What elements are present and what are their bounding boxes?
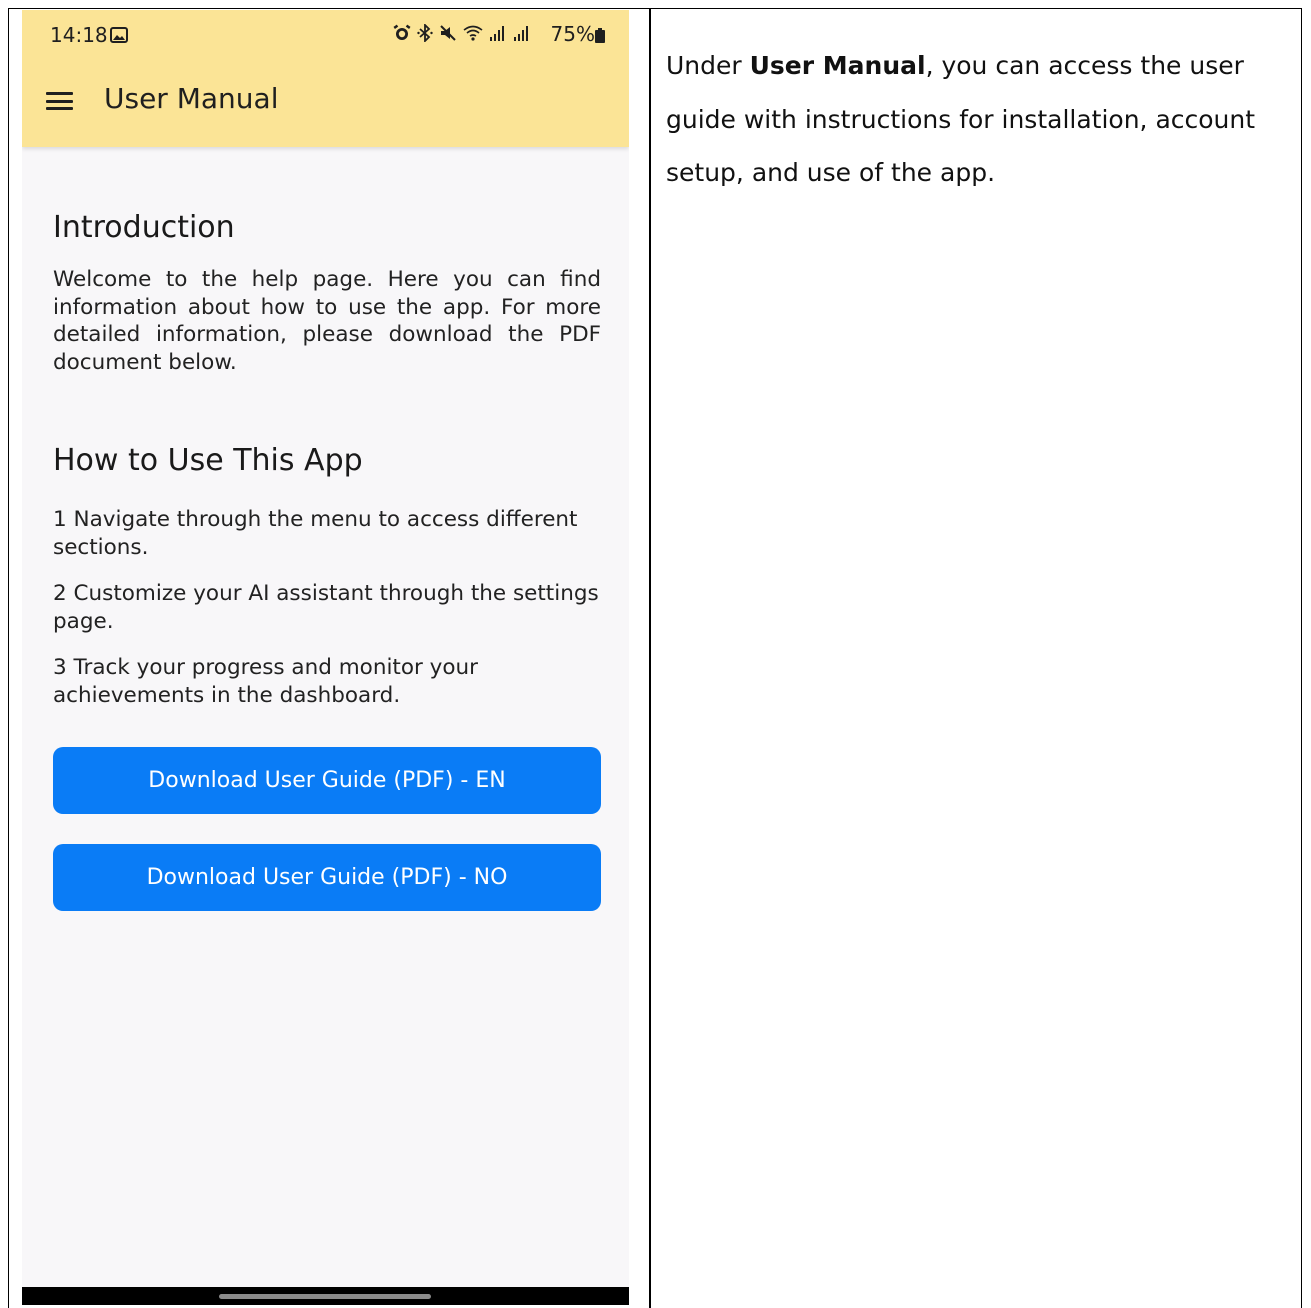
step-item: 1 Navigate through the menu to access di… xyxy=(53,507,578,560)
bluetooth-icon xyxy=(417,24,433,42)
how-to-heading: How to Use This App xyxy=(53,443,363,478)
status-icons xyxy=(393,24,531,42)
page-title: User Manual xyxy=(104,82,279,115)
gallery-notification-icon xyxy=(110,27,128,43)
introduction-text: Welcome to the help page. Here you can f… xyxy=(53,267,601,375)
step-item: 3 Track your progress and monitor your a… xyxy=(53,655,479,708)
status-time: 14:18 xyxy=(50,23,108,47)
document-table: 14:18 75% User Manual Introduction Welco… xyxy=(8,8,1302,1308)
cell-divider xyxy=(649,9,651,1308)
signal-icon-1 xyxy=(490,26,504,41)
wifi-icon xyxy=(463,25,483,41)
introduction-heading: Introduction xyxy=(53,210,235,245)
download-guide-no-button[interactable]: Download User Guide (PDF) - NO xyxy=(53,844,601,911)
app-bar: 14:18 75% User Manual xyxy=(22,10,629,147)
navigation-bar xyxy=(22,1287,629,1305)
signal-icon-2 xyxy=(514,26,528,41)
battery-percentage: 75% xyxy=(550,22,595,46)
description-bold: User Manual xyxy=(749,51,926,80)
phone-screenshot: 14:18 75% User Manual Introduction Welco… xyxy=(22,10,629,1305)
status-bar: 14:18 75% xyxy=(50,22,605,52)
mute-icon xyxy=(440,25,456,41)
home-gesture-handle[interactable] xyxy=(219,1294,431,1299)
hamburger-menu-icon[interactable] xyxy=(46,92,73,110)
download-guide-en-button[interactable]: Download User Guide (PDF) - EN xyxy=(53,747,601,814)
description-text: Under User Manual, you can access the us… xyxy=(666,39,1276,200)
description-prefix: Under xyxy=(666,51,750,80)
step-item: 2 Customize your AI assistant through th… xyxy=(53,581,599,634)
battery-icon xyxy=(595,28,605,43)
alarm-icon xyxy=(393,24,411,40)
